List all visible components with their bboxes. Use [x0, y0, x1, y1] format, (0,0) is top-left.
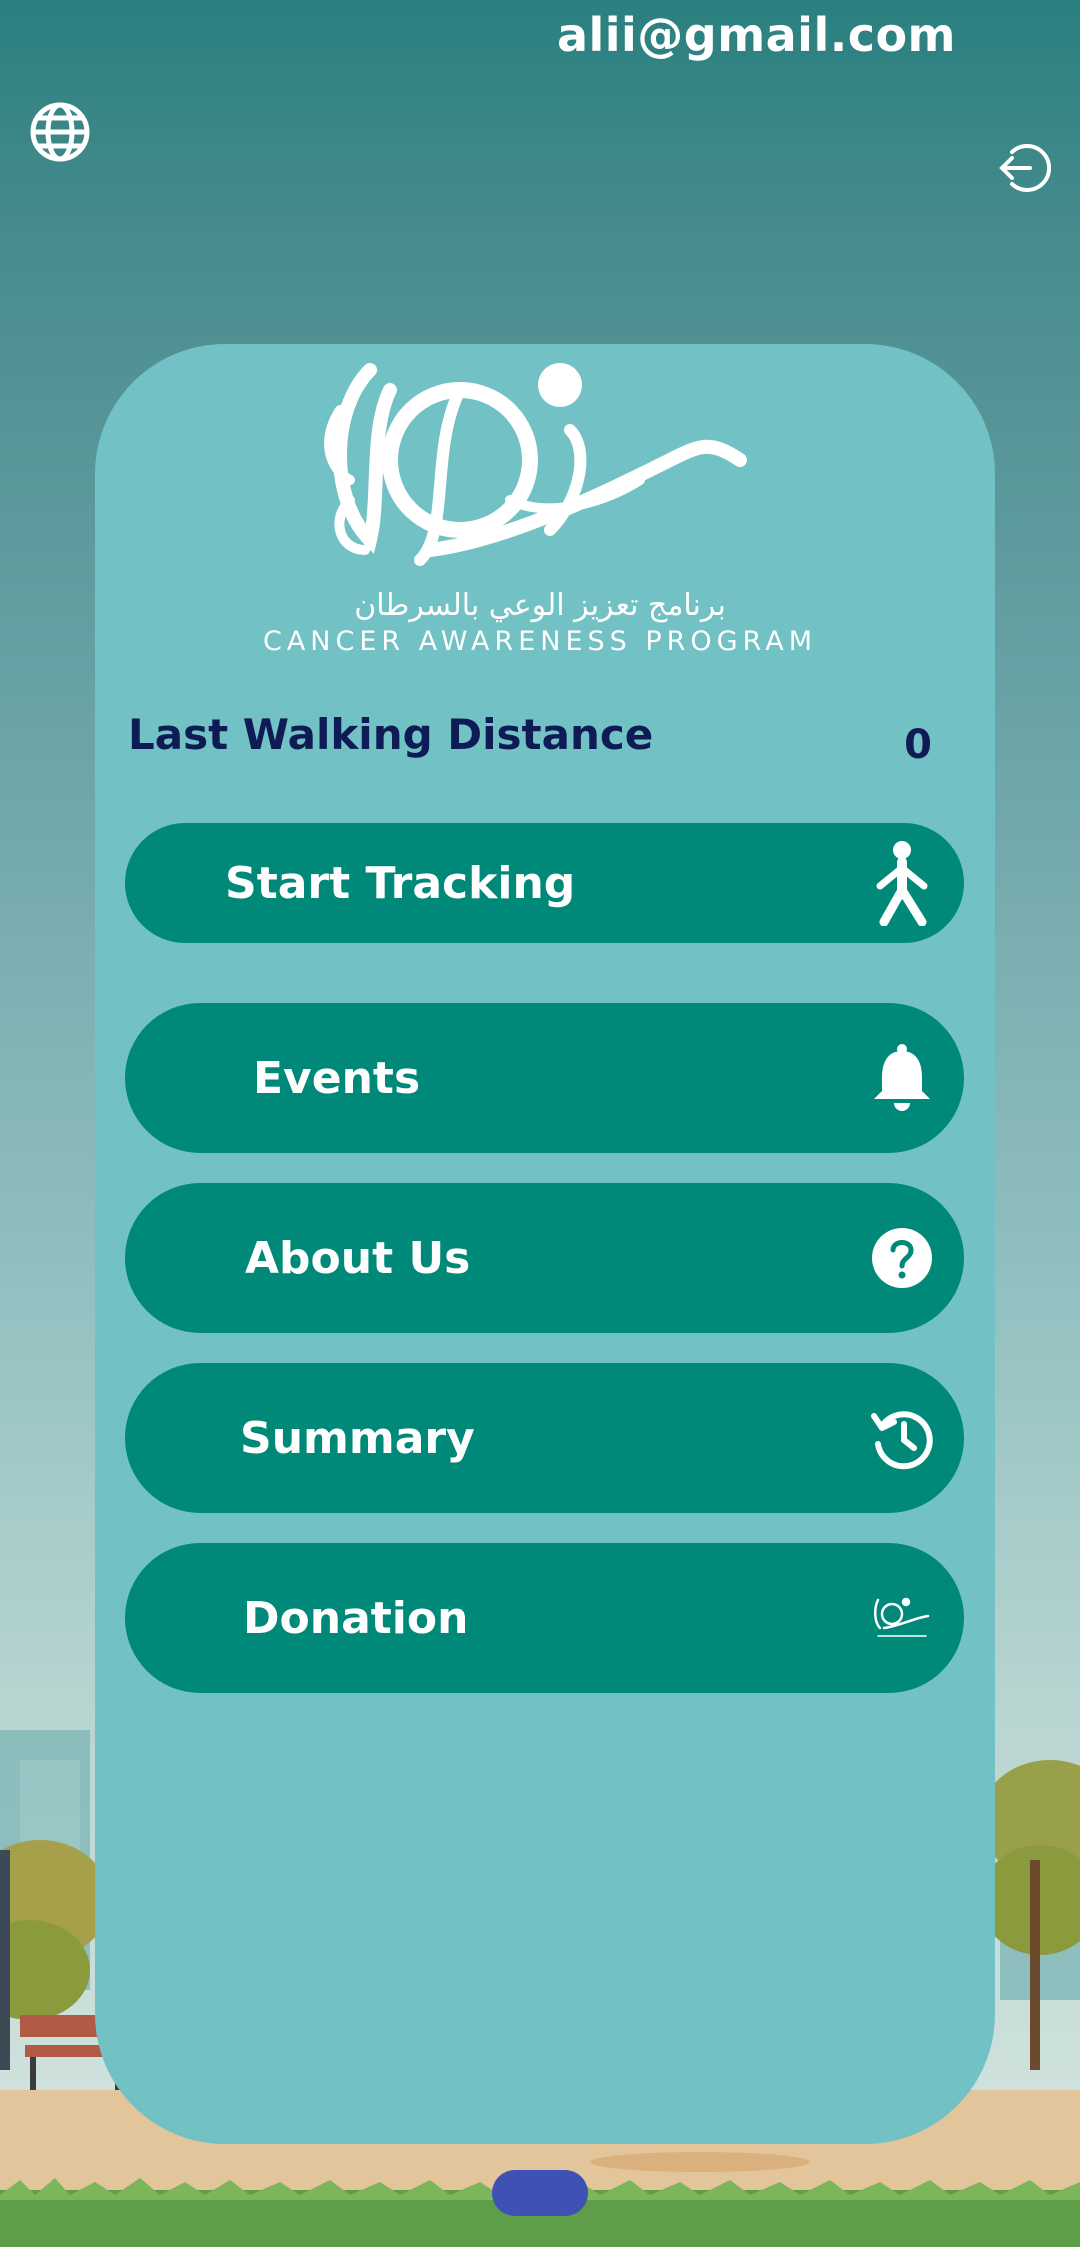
last-walking-distance-value: 0	[904, 722, 932, 768]
home-indicator-button[interactable]	[492, 2170, 588, 2216]
logo-english-text: CANCER AWARENESS PROGRAM	[262, 626, 818, 657]
summary-button[interactable]: Summary	[125, 1363, 964, 1513]
logout-icon[interactable]	[996, 140, 1052, 196]
start-tracking-button[interactable]: Start Tracking	[125, 823, 964, 943]
history-icon	[870, 1406, 934, 1470]
walking-person-icon	[870, 841, 934, 926]
program-logo-icon	[870, 1586, 934, 1650]
bell-icon	[870, 1044, 934, 1111]
about-us-label: About Us	[245, 1232, 471, 1284]
events-button[interactable]: Events	[125, 1003, 964, 1153]
globe-icon[interactable]	[28, 100, 92, 164]
summary-label: Summary	[240, 1412, 475, 1464]
user-email: alii@gmail.com	[556, 8, 956, 62]
question-circle-icon	[870, 1226, 934, 1290]
start-tracking-label: Start Tracking	[225, 857, 576, 909]
donation-label: Donation	[243, 1592, 469, 1644]
about-us-button[interactable]: About Us	[125, 1183, 964, 1333]
last-walking-distance-label: Last Walking Distance	[128, 710, 654, 759]
donation-button[interactable]: Donation	[125, 1543, 964, 1693]
events-label: Events	[253, 1052, 421, 1104]
logo-arabic-text: برنامج تعزيز الوعي بالسرطان	[354, 588, 726, 623]
